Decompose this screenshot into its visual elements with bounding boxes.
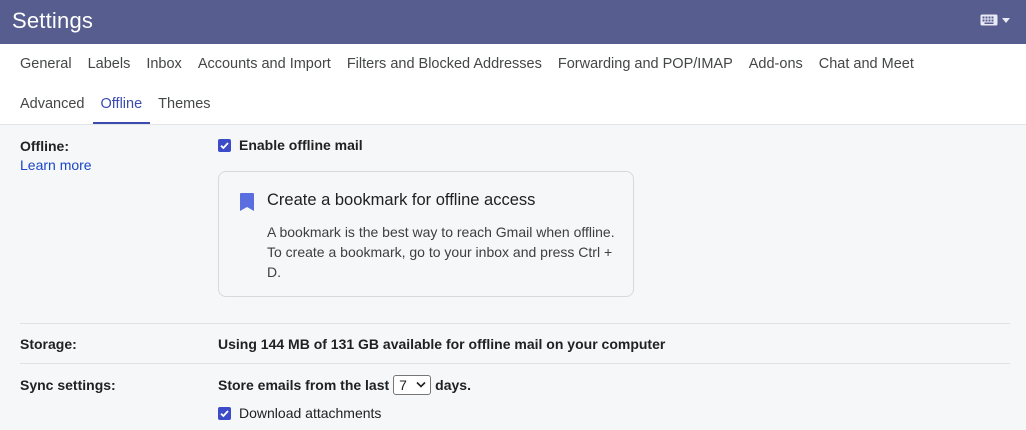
tab-filters-and-blocked-addresses[interactable]: Filters and Blocked Addresses bbox=[339, 44, 550, 84]
keyboard-icon bbox=[980, 14, 998, 26]
chevron-down-icon bbox=[1002, 17, 1010, 23]
tab-advanced[interactable]: Advanced bbox=[12, 84, 93, 124]
checkmark-icon bbox=[220, 142, 229, 150]
tab-labels[interactable]: Labels bbox=[80, 44, 139, 84]
bookmark-icon bbox=[240, 193, 254, 211]
sync-settings-label: Sync settings: bbox=[20, 377, 116, 393]
sync-suffix: days. bbox=[435, 377, 471, 393]
tab-themes[interactable]: Themes bbox=[150, 84, 218, 124]
tab-row-1: General Labels Inbox Accounts and Import… bbox=[12, 44, 922, 84]
divider bbox=[20, 323, 1010, 324]
tab-general[interactable]: General bbox=[12, 44, 80, 84]
bookmark-card-title: Create a bookmark for offline access bbox=[267, 191, 536, 209]
learn-more-link[interactable]: Learn more bbox=[20, 157, 92, 173]
enable-offline-label[interactable]: Enable offline mail bbox=[239, 137, 363, 153]
sync-days-select[interactable]: 7 bbox=[393, 375, 432, 395]
page-title: Settings bbox=[12, 8, 94, 33]
input-tools-button[interactable] bbox=[980, 14, 1010, 26]
tab-forwarding-and-pop-imap[interactable]: Forwarding and POP/IMAP bbox=[550, 44, 741, 84]
bookmark-card: Create a bookmark for offline access A b… bbox=[218, 171, 634, 297]
download-attachments-checkbox[interactable] bbox=[218, 407, 231, 420]
bookmark-card-text: A bookmark is the best way to reach Gmai… bbox=[267, 224, 615, 280]
offline-settings-panel: Offline: Learn more Enable offline mail … bbox=[0, 125, 1026, 430]
tab-add-ons[interactable]: Add-ons bbox=[741, 44, 811, 84]
settings-tabs: General Labels Inbox Accounts and Import… bbox=[0, 44, 1026, 125]
storage-value: Using 144 MB of 131 GB available for off… bbox=[218, 336, 666, 352]
download-attachments-label[interactable]: Download attachments bbox=[239, 405, 381, 421]
tab-accounts-and-import[interactable]: Accounts and Import bbox=[190, 44, 339, 84]
tab-inbox[interactable]: Inbox bbox=[138, 44, 189, 84]
sync-days-row: Store emails from the last 7 days. bbox=[218, 375, 471, 395]
divider bbox=[20, 363, 1010, 364]
enable-offline-checkbox[interactable] bbox=[218, 139, 231, 152]
tab-chat-and-meet[interactable]: Chat and Meet bbox=[811, 44, 922, 84]
sync-days-value: 7 bbox=[399, 377, 407, 393]
tab-row-2: Advanced Offline Themes bbox=[12, 84, 219, 124]
offline-label: Offline: bbox=[20, 138, 69, 154]
checkmark-icon bbox=[220, 410, 229, 418]
sync-prefix: Store emails from the last bbox=[218, 377, 390, 393]
app-header: Settings bbox=[0, 0, 1026, 44]
storage-label: Storage: bbox=[20, 336, 77, 352]
tab-offline[interactable]: Offline bbox=[92, 84, 151, 124]
chevron-down-icon bbox=[416, 381, 426, 388]
